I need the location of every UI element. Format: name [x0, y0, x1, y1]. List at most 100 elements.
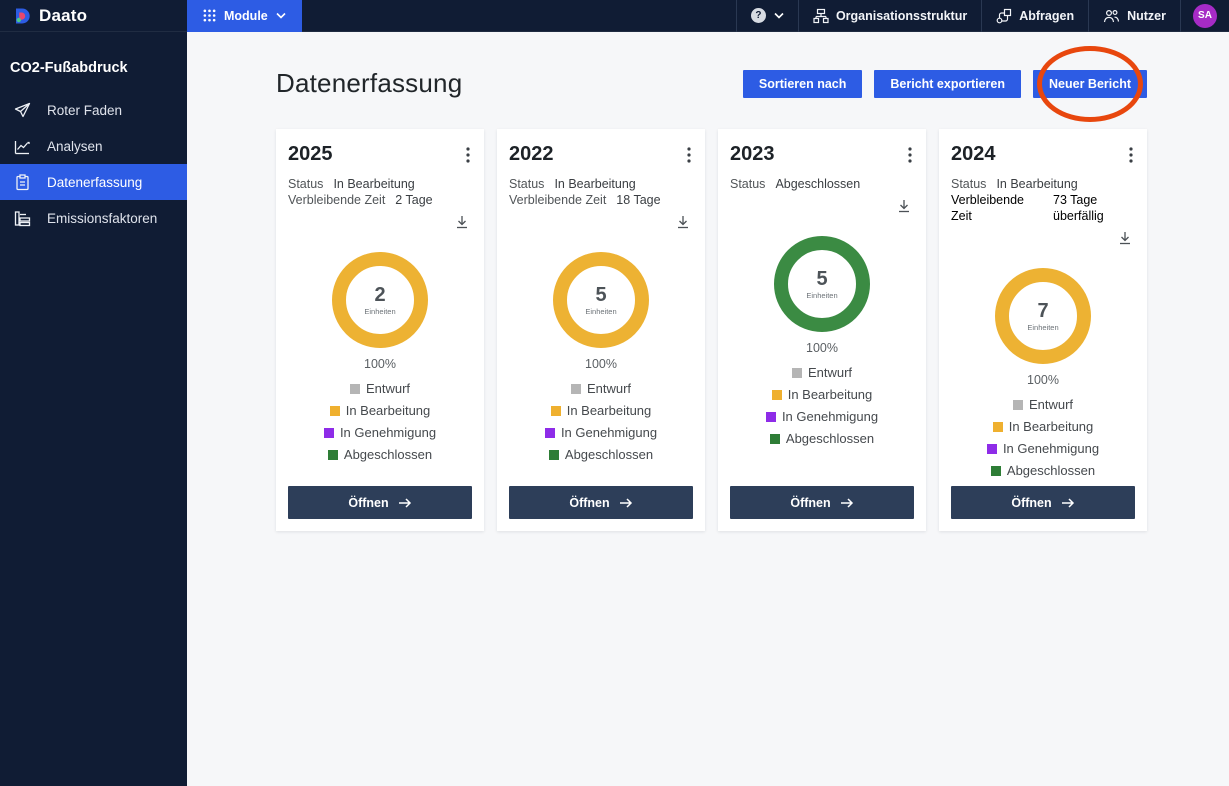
sort-button[interactable]: Sortieren nach: [742, 69, 863, 98]
sidebar-item-roter-faden[interactable]: Roter Faden: [0, 92, 187, 128]
remaining-row: Verbleibende Zeit 2 Tage: [288, 193, 433, 207]
line-chart-icon: [14, 138, 31, 155]
remaining-value: 73 Tage überfällig: [1053, 193, 1104, 223]
card-year: 2022: [509, 143, 554, 165]
avatar-wrap: SA: [1181, 0, 1229, 32]
sidebar-item-label: Roter Faden: [47, 102, 123, 118]
page-title: Datenerfassung: [276, 68, 463, 98]
legend-swatch-abgeschlossen: [990, 465, 1001, 476]
status-value: In Bearbeitung: [996, 177, 1078, 191]
nav-nutzer[interactable]: Nutzer: [1089, 0, 1180, 32]
kebab-menu-icon[interactable]: [685, 143, 693, 167]
legend-swatch-abgeschlossen: [327, 449, 338, 460]
help-icon: ?: [750, 8, 766, 23]
export-report-button[interactable]: Bericht exportieren: [874, 69, 1022, 98]
open-button[interactable]: Öffnen: [288, 486, 472, 519]
nav-abfragen[interactable]: Abfragen: [982, 0, 1088, 32]
sidebar-item-emissionsfaktoren[interactable]: Emissionsfaktoren: [0, 200, 187, 236]
kebab-menu-icon[interactable]: [906, 143, 914, 167]
legend-swatch-in-genehmigung: [986, 443, 997, 454]
units-count: 5: [816, 268, 828, 290]
help-menu[interactable]: ?: [737, 0, 798, 32]
status-row: Status Abgeschlossen: [730, 177, 861, 191]
remaining-value: 18 Tage: [616, 193, 661, 207]
card-year: 2023: [730, 143, 775, 165]
download-icon[interactable]: [452, 212, 472, 232]
sidebar-item-label: Emissionsfaktoren: [47, 210, 158, 226]
grid-icon: [203, 9, 216, 22]
legend-swatch-entwurf: [349, 383, 360, 394]
sidebar: CO2-Fußabdruck Roter Faden Analysen Date…: [0, 32, 187, 786]
sidebar-nav: Roter Faden Analysen Datenerfassung Emis…: [0, 92, 187, 236]
topbar-right-cluster: ? Organisationsstruktur Abfragen Nutzer …: [735, 0, 1229, 32]
nav-label: Organisationsstruktur: [835, 8, 968, 23]
remaining-row: Verbleibende Zeit 18 Tage: [509, 193, 661, 207]
new-report-button[interactable]: Neuer Bericht: [1033, 69, 1147, 98]
legend-swatch-entwurf: [791, 367, 802, 378]
top-bar: Daato Module ? Organisationsstruktur Abf…: [0, 0, 1229, 32]
status-value: Abgeschlossen: [775, 177, 861, 191]
main-content: Datenerfassung Sortieren nach Bericht ex…: [187, 32, 1229, 786]
open-button[interactable]: Öffnen: [730, 486, 914, 519]
legend-swatch-in-bearbeitung: [329, 405, 340, 416]
logo-text: Daato: [39, 5, 88, 25]
donut-ring: 2 Einheiten: [332, 252, 428, 348]
status-row: Status In Bearbeitung: [509, 177, 636, 191]
units-label: Einheiten: [806, 291, 838, 300]
paper-plane-icon: [14, 102, 31, 119]
sidebar-item-label: Analysen: [47, 138, 103, 154]
legend-swatch-abgeschlossen: [769, 433, 780, 444]
percent-label: 100%: [585, 357, 617, 371]
units-label: Einheiten: [585, 307, 617, 316]
open-button[interactable]: Öffnen: [951, 486, 1135, 519]
arrow-right-icon: [619, 497, 633, 509]
units-label: Einheiten: [364, 307, 396, 316]
percent-label: 100%: [364, 357, 396, 371]
status-row: Status In Bearbeitung: [951, 177, 1078, 191]
queries-icon: [996, 8, 1012, 24]
sidebar-item-datenerfassung[interactable]: Datenerfassung: [0, 164, 187, 200]
app-logo: Daato: [0, 6, 187, 26]
legend-swatch-abgeschlossen: [548, 449, 559, 460]
open-button[interactable]: Öffnen: [509, 486, 693, 519]
card-year: 2024: [951, 143, 996, 165]
download-icon[interactable]: [894, 196, 914, 216]
users-icon: [1103, 8, 1120, 24]
legend-swatch-in-bearbeitung: [550, 405, 561, 416]
legend-swatch-entwurf: [1012, 399, 1023, 410]
nav-label: Abfragen: [1019, 8, 1075, 23]
units-count: 5: [595, 284, 607, 306]
report-card-2024: 2024 Status In Bearbeitung Verbleibende …: [939, 129, 1147, 531]
remaining-value: 2 Tage: [395, 193, 433, 207]
sidebar-item-analysen[interactable]: Analysen: [0, 128, 187, 164]
legend-swatch-in-genehmigung: [323, 427, 334, 438]
legend-swatch-in-bearbeitung: [992, 421, 1003, 432]
module-button[interactable]: Module: [187, 0, 302, 32]
kebab-menu-icon[interactable]: [1127, 143, 1135, 167]
user-avatar[interactable]: SA: [1193, 3, 1217, 28]
status-value: In Bearbeitung: [554, 177, 636, 191]
download-icon[interactable]: [673, 212, 693, 232]
report-card-2025: 2025 Status In Bearbeitung Verbleibende …: [276, 129, 484, 531]
status-row: Status In Bearbeitung: [288, 177, 415, 191]
kebab-menu-icon[interactable]: [464, 143, 472, 167]
header-actions: Sortieren nach Bericht exportieren Neuer…: [742, 45, 1147, 122]
remaining-row: Verbleibende Zeit 73 Tage überfällig: [951, 192, 1135, 224]
nav-organisationsstruktur[interactable]: Organisationsstruktur: [799, 0, 981, 32]
status-legend: Entwurf In Bearbeitung In Genehmigung Ab…: [509, 381, 693, 462]
donut-ring: 5 Einheiten: [553, 252, 649, 348]
legend-swatch-in-genehmigung: [765, 411, 776, 422]
status-legend: Entwurf In Bearbeitung In Genehmigung Ab…: [288, 381, 472, 462]
report-cards: 2025 Status In Bearbeitung Verbleibende …: [276, 129, 1147, 531]
download-icon[interactable]: [1115, 228, 1135, 248]
status-value: In Bearbeitung: [333, 177, 415, 191]
card-year: 2025: [288, 143, 333, 165]
donut-ring: 5 Einheiten: [774, 236, 870, 332]
status-legend: Entwurf In Bearbeitung In Genehmigung Ab…: [951, 397, 1135, 478]
daato-logo-icon: [14, 7, 32, 25]
units-count: 2: [374, 284, 386, 306]
chevron-down-icon: [774, 12, 784, 19]
donut-chart: 7 Einheiten 100%: [951, 268, 1135, 387]
units-count: 7: [1037, 300, 1049, 322]
arrow-right-icon: [1061, 497, 1075, 509]
